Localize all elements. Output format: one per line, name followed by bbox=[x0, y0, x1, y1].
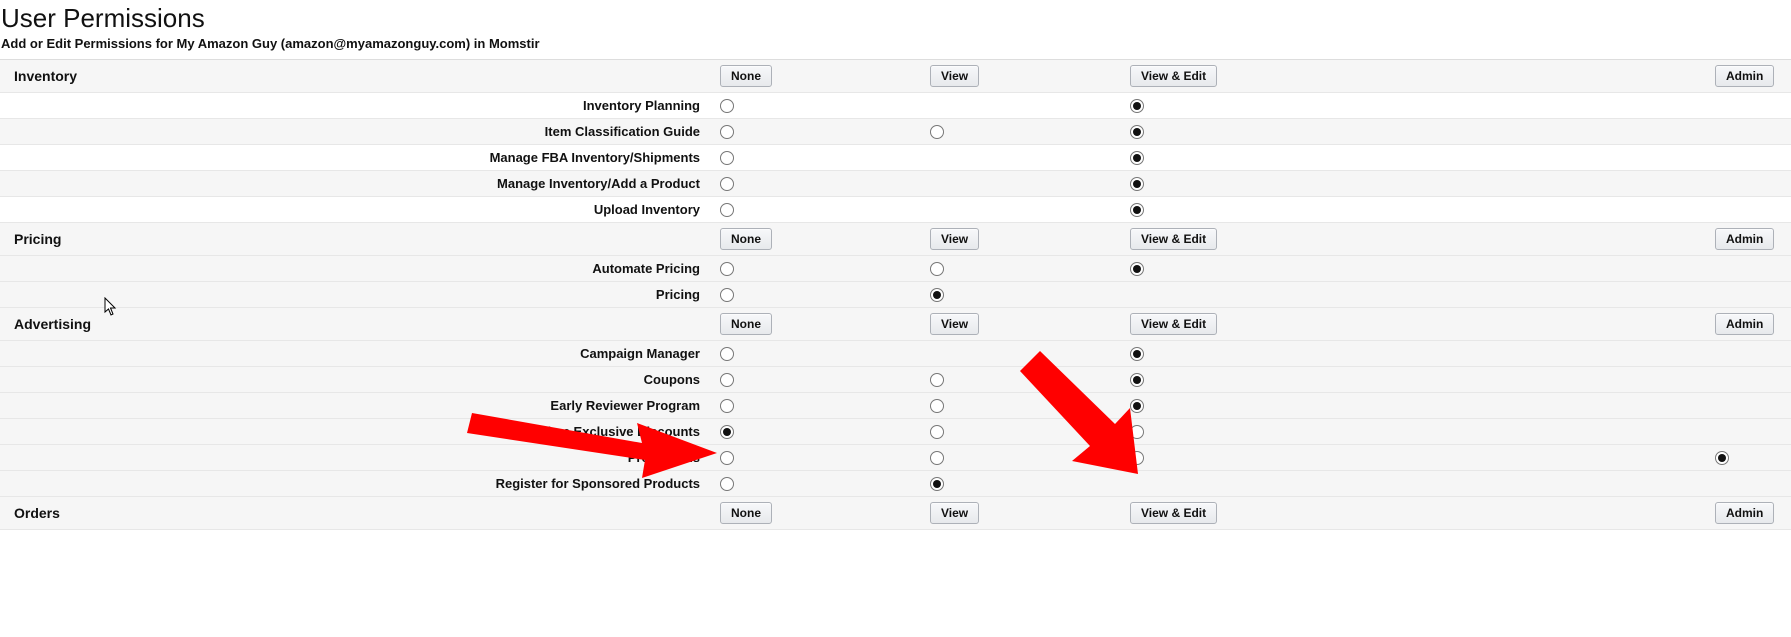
permission-label: Manage FBA Inventory/Shipments bbox=[0, 145, 710, 171]
permission-radio[interactable] bbox=[720, 399, 734, 413]
permission-radio[interactable] bbox=[1715, 451, 1729, 465]
permission-radio[interactable] bbox=[930, 425, 944, 439]
view-edit-header-button[interactable]: View & Edit bbox=[1130, 502, 1217, 524]
permission-label: Campaign Manager bbox=[0, 341, 710, 367]
section-header: Pricing bbox=[0, 223, 710, 256]
permission-radio[interactable] bbox=[720, 451, 734, 465]
permission-radio[interactable] bbox=[930, 373, 944, 387]
view-header-button[interactable]: View bbox=[930, 313, 979, 335]
none-header-button[interactable]: None bbox=[720, 228, 772, 250]
permission-label: Promotions bbox=[0, 445, 710, 471]
permission-radio[interactable] bbox=[930, 288, 944, 302]
section-header: Inventory bbox=[0, 60, 710, 93]
admin-header-button[interactable]: Admin bbox=[1715, 313, 1774, 335]
view-edit-header-button[interactable]: View & Edit bbox=[1130, 65, 1217, 87]
none-header-button[interactable]: None bbox=[720, 65, 772, 87]
permission-label: Item Classification Guide bbox=[0, 119, 710, 145]
permission-radio[interactable] bbox=[720, 177, 734, 191]
subtitle: Add or Edit Permissions for My Amazon Gu… bbox=[1, 36, 1791, 59]
view-edit-header-button[interactable]: View & Edit bbox=[1130, 313, 1217, 335]
permission-label: Early Reviewer Program bbox=[0, 393, 710, 419]
permission-radio[interactable] bbox=[1130, 262, 1144, 276]
permission-label: Register for Sponsored Products bbox=[0, 471, 710, 497]
permission-label: Manage Inventory/Add a Product bbox=[0, 171, 710, 197]
none-header-button[interactable]: None bbox=[720, 502, 772, 524]
permission-radio[interactable] bbox=[1130, 373, 1144, 387]
permission-radio[interactable] bbox=[720, 262, 734, 276]
permission-label: Automate Pricing bbox=[0, 256, 710, 282]
permission-radio[interactable] bbox=[720, 373, 734, 387]
permission-radio[interactable] bbox=[720, 151, 734, 165]
permission-radio[interactable] bbox=[720, 203, 734, 217]
permission-radio[interactable] bbox=[720, 347, 734, 361]
permission-radio[interactable] bbox=[1130, 399, 1144, 413]
permission-radio[interactable] bbox=[930, 262, 944, 276]
page-title: User Permissions bbox=[1, 0, 1791, 36]
permission-radio[interactable] bbox=[930, 399, 944, 413]
permission-radio[interactable] bbox=[930, 125, 944, 139]
section-header: Orders bbox=[0, 497, 710, 530]
permission-radio[interactable] bbox=[720, 99, 734, 113]
admin-header-button[interactable]: Admin bbox=[1715, 228, 1774, 250]
permission-label: Pricing bbox=[0, 282, 710, 308]
permission-radio[interactable] bbox=[720, 477, 734, 491]
view-header-button[interactable]: View bbox=[930, 228, 979, 250]
permission-label: Inventory Planning bbox=[0, 93, 710, 119]
view-header-button[interactable]: View bbox=[930, 65, 979, 87]
permission-radio[interactable] bbox=[930, 477, 944, 491]
permission-radio[interactable] bbox=[1130, 151, 1144, 165]
permission-radio[interactable] bbox=[1130, 203, 1144, 217]
permission-radio[interactable] bbox=[1130, 99, 1144, 113]
view-edit-header-button[interactable]: View & Edit bbox=[1130, 228, 1217, 250]
permission-label: Prime Exclusive Discounts bbox=[0, 419, 710, 445]
section-header: Advertising bbox=[0, 308, 710, 341]
none-header-button[interactable]: None bbox=[720, 313, 772, 335]
admin-header-button[interactable]: Admin bbox=[1715, 502, 1774, 524]
permission-radio[interactable] bbox=[1130, 125, 1144, 139]
permission-label: Upload Inventory bbox=[0, 197, 710, 223]
admin-header-button[interactable]: Admin bbox=[1715, 65, 1774, 87]
permission-radio[interactable] bbox=[1130, 347, 1144, 361]
permission-radio[interactable] bbox=[1130, 451, 1144, 465]
permission-label: Coupons bbox=[0, 367, 710, 393]
permission-radio[interactable] bbox=[930, 451, 944, 465]
permission-radio[interactable] bbox=[1130, 177, 1144, 191]
permission-radio[interactable] bbox=[720, 125, 734, 139]
view-header-button[interactable]: View bbox=[930, 502, 979, 524]
permission-radio[interactable] bbox=[720, 425, 734, 439]
permission-radio[interactable] bbox=[1130, 425, 1144, 439]
permissions-table: Inventory None View View & Edit Admin Invento… bbox=[0, 59, 1791, 530]
permission-radio[interactable] bbox=[720, 288, 734, 302]
